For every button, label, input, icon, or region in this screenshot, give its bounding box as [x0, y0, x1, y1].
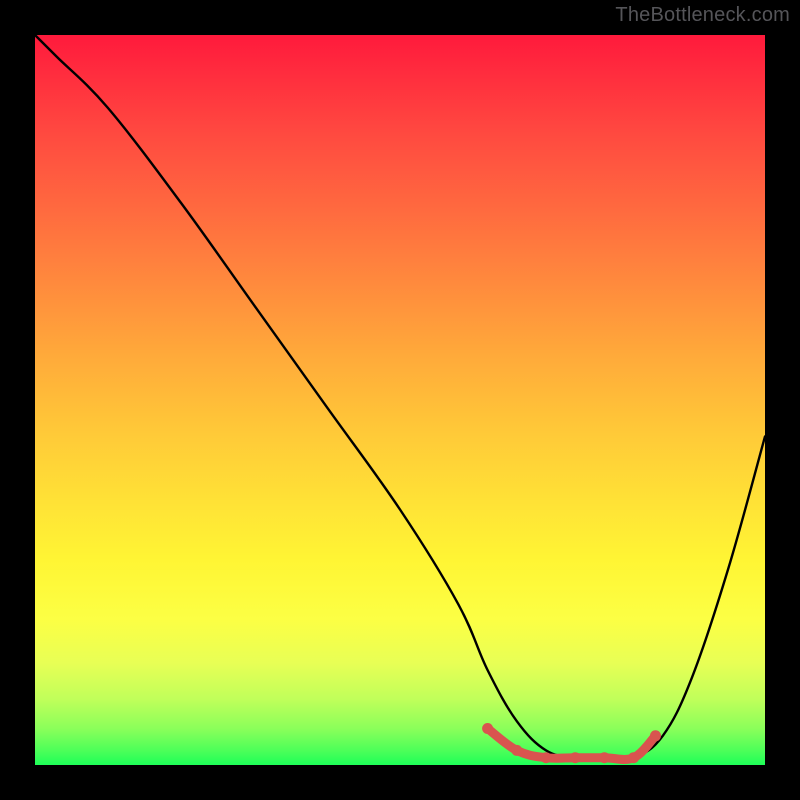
- optimal-point: [541, 752, 552, 763]
- optimal-point: [628, 752, 639, 763]
- bottleneck-curve: [35, 35, 765, 759]
- optimal-point: [570, 752, 581, 763]
- curve-layer: [35, 35, 765, 765]
- plot-area: [35, 35, 765, 765]
- optimal-point: [511, 745, 522, 756]
- watermark-text: TheBottleneck.com: [615, 4, 790, 27]
- optimal-point: [599, 752, 610, 763]
- optimal-point: [650, 730, 661, 741]
- chart-container: TheBottleneck.com: [0, 0, 800, 800]
- optimal-point: [482, 723, 493, 734]
